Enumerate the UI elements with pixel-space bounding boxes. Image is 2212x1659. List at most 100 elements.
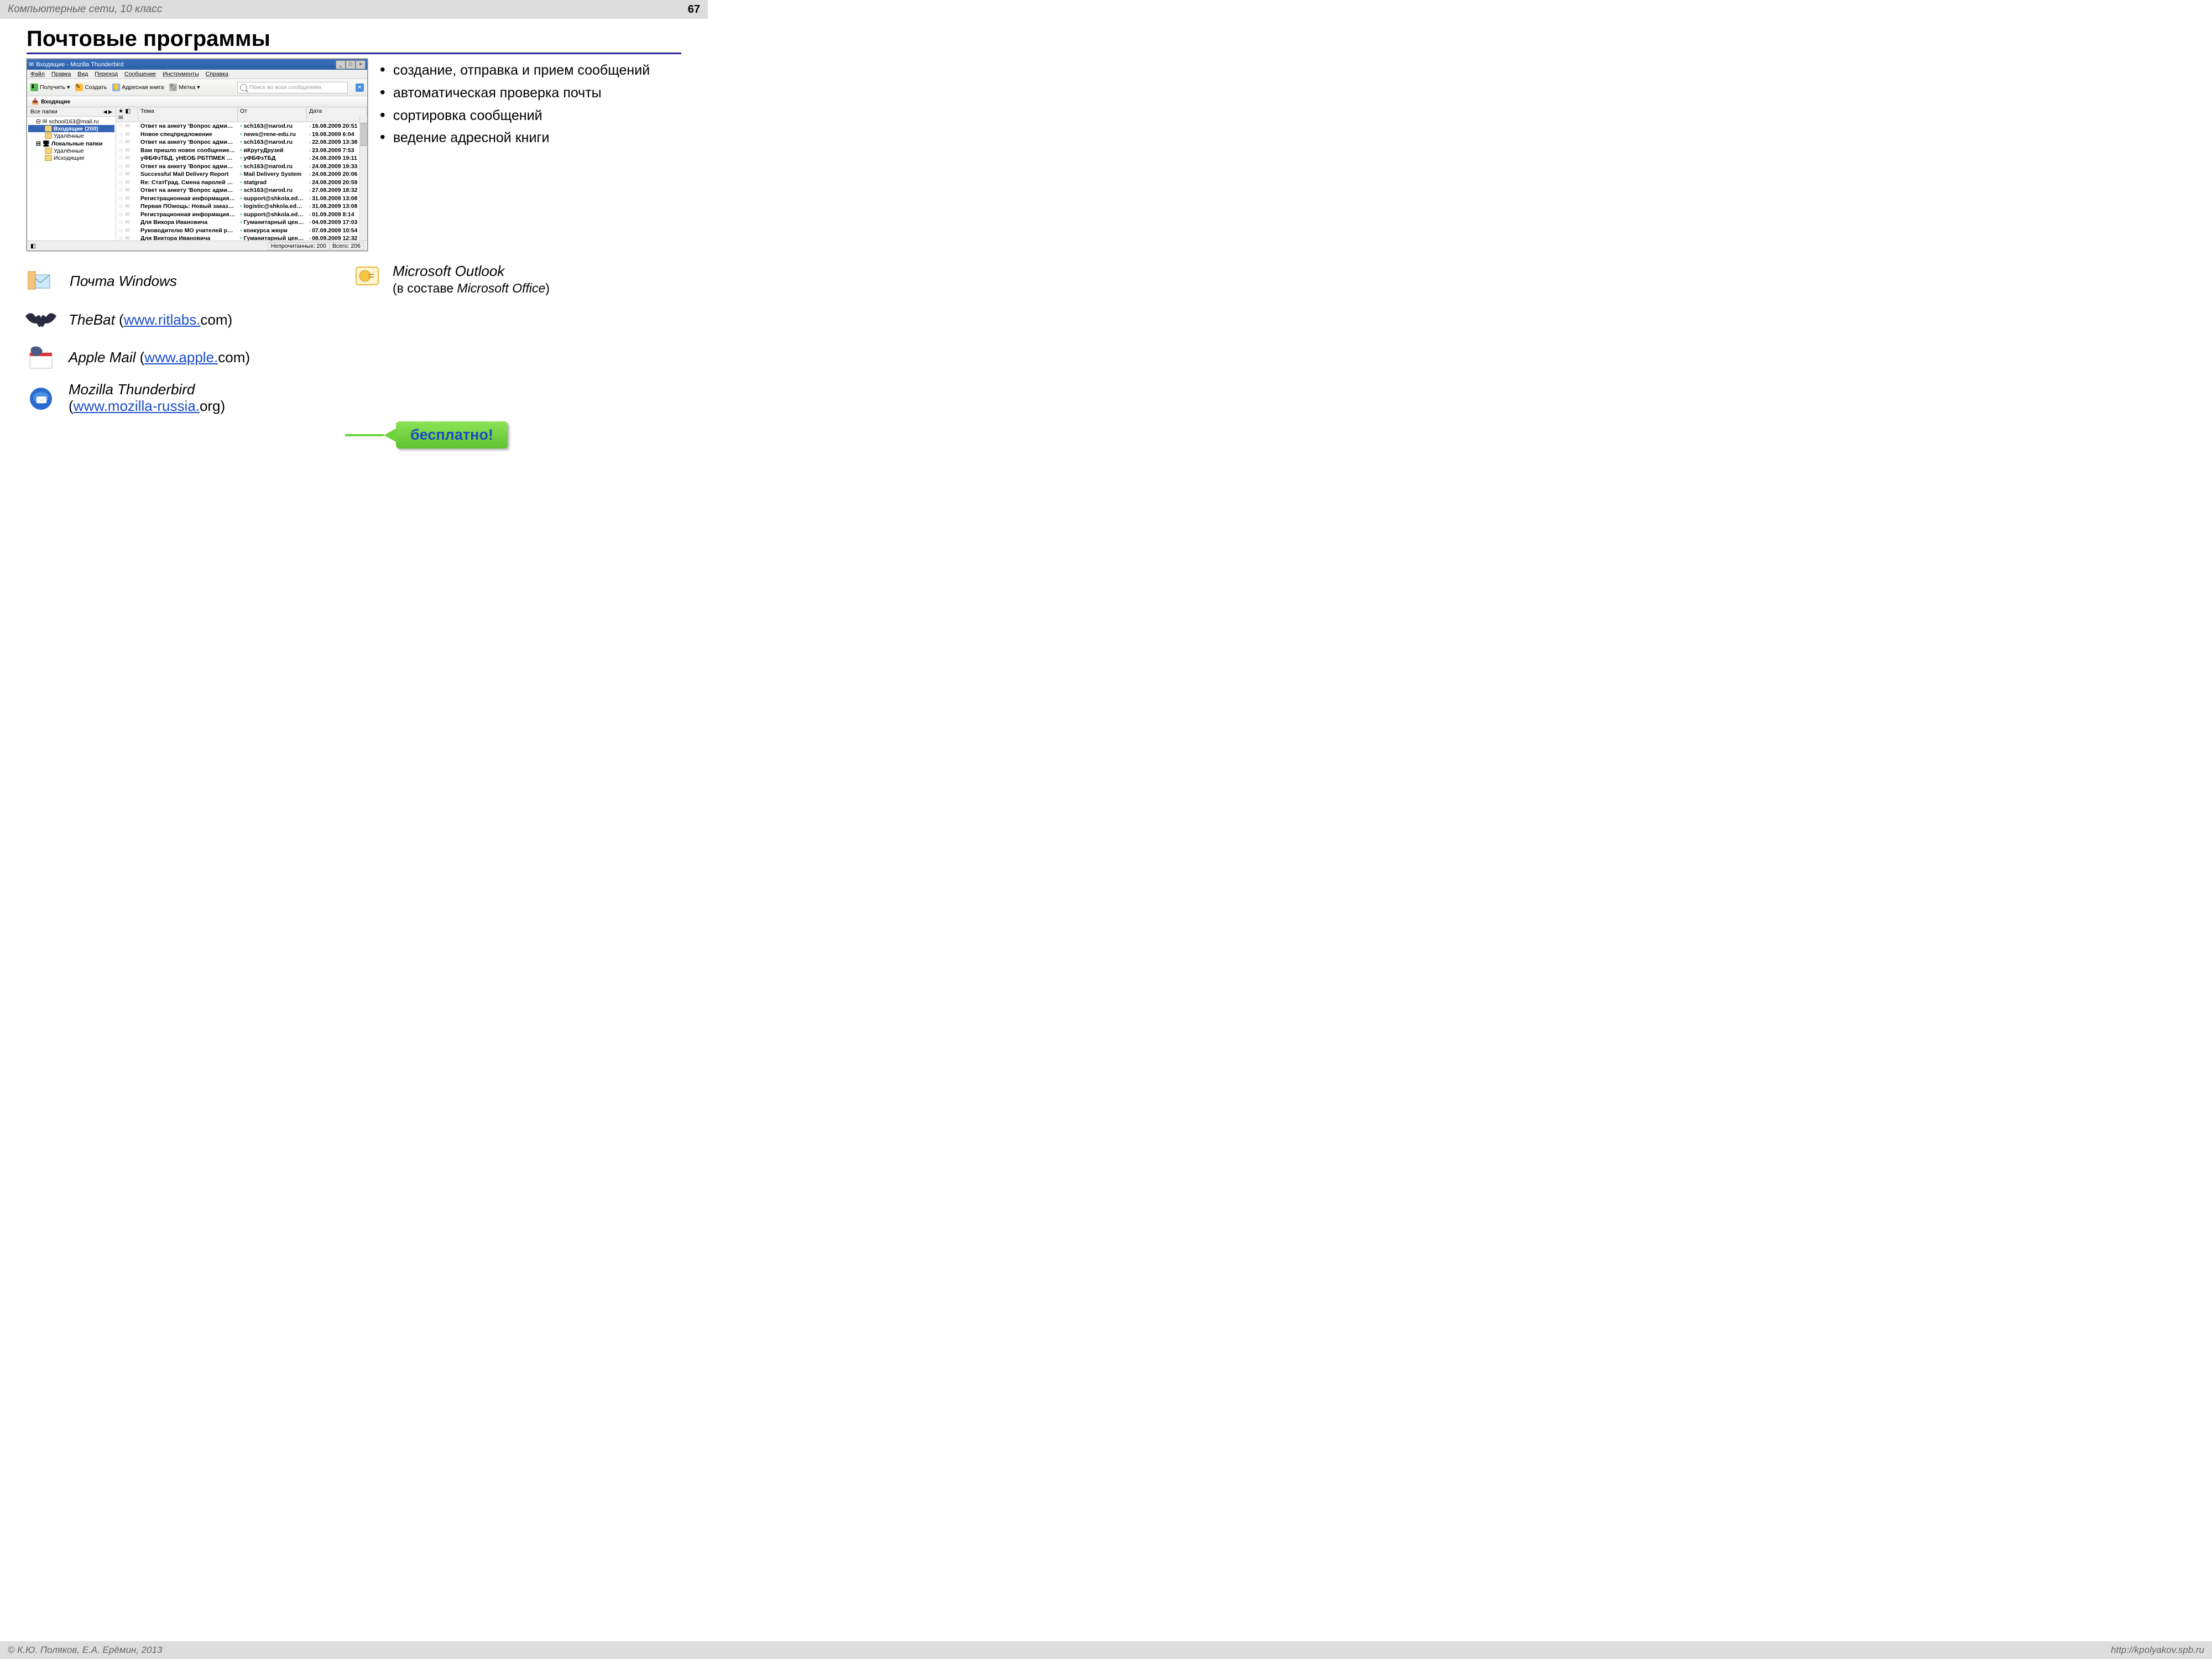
folder-outbox[interactable]: Исходящие [28,154,114,161]
folder-icon [45,133,52,139]
bullet-4: ведение адресной книги [379,127,681,149]
message-list: ★ ◧ ✉ Тема От Дата ☆ ✉Ответ на анкету 'В… [116,107,367,241]
feature-bullets: создание, отправка и прием сообщений авт… [379,60,681,150]
footer-bar: © К.Ю. Поляков, Е.А. Ерёмин, 2013 http:/… [0,1641,2212,1659]
thunderbird-icon [24,384,58,412]
page-number: 67 [688,3,700,16]
header-bar: Компьютерные сети, 10 класс 67 [0,0,708,19]
thebat-link[interactable]: www.ritlabs. [124,311,201,328]
windows-mail-name: Почта Windows [70,273,177,290]
tab-inbox[interactable]: Входящие [41,98,70,105]
download-icon: ⬇ [30,84,38,91]
menu-help[interactable]: Справка [206,71,228,77]
status-unread: Непрочитанных: 200 [268,242,330,250]
callout-text: бесплатно! [396,421,508,448]
message-row[interactable]: ☆ ✉Successful Mail Delivery ReportMail D… [116,170,367,179]
title-rule [27,53,681,54]
message-row[interactable]: ☆ ✉Для Виктора ИвановичаГуманитарный цен… [116,234,367,241]
search-input[interactable]: Поиск во всех сообщениях [237,82,348,93]
folder-pane: Все папки ◀ ▶ ⊟ ✉ school163@mail.ru Вход… [27,107,116,241]
col-from[interactable]: От [238,107,307,122]
thebat-icon [24,306,58,334]
message-row[interactable]: ☆ ✉Для Викора ИвановичаГуманитарный цент… [116,218,367,227]
search-placeholder: Поиск во всех сообщениях [249,84,322,91]
statusbar: ◧ Непрочитанных: 200 Всего: 206 [27,241,367,251]
thunderbird-link[interactable]: www.mozilla-russia. [74,398,200,414]
folder-icon [45,148,52,154]
free-callout: бесплатно! [384,421,508,448]
clear-search-button[interactable]: × [356,84,364,92]
apple-mail-icon [24,344,58,372]
windows-mail-icon [24,268,58,295]
maximize-button[interactable]: □ [346,60,356,69]
menu-edit[interactable]: Правка [51,71,71,77]
tb-tabbar: 📥 Входящие [27,96,367,107]
addressbook-button[interactable]: 📒Адресная книга [112,84,164,91]
tb-toolbar: ⬇Получить ▾ ✎Создать 📒Адресная книга 🏷Ме… [27,79,367,96]
thunderbird-window: ✉ Входящие - Mozilla Thunderbird _ □ × Ф… [27,59,368,251]
bullet-1: создание, отправка и прием сообщений [379,60,681,81]
folder-icon [45,126,52,132]
compose-button[interactable]: ✎Создать [75,84,107,91]
menu-message[interactable]: Сообщение [124,71,156,77]
book-icon: 📒 [112,84,120,91]
receive-button[interactable]: ⬇Получить ▾ [30,84,70,91]
menu-file[interactable]: Файл [30,71,45,77]
apple-mail-name: Apple Mail [69,349,135,366]
list-header: ★ ◧ ✉ Тема От Дата [116,107,367,122]
menu-tools[interactable]: Инструменты [163,71,199,77]
thunderbird-name: Mozilla Thunderbird [69,381,195,398]
folder-inbox[interactable]: Входящие (200) [28,125,114,132]
message-row[interactable]: ☆ ✉Ответ на анкету 'Вопрос админи…sch163… [116,138,367,147]
message-row[interactable]: ☆ ✉Ответ на анкету 'Вопрос админи…sch163… [116,186,367,195]
bullet-3: сортировка сообщений [379,105,681,127]
outlook-icon [351,263,384,291]
tb-menubar: Файл Правка Вид Переход Сообщение Инстру… [27,70,367,79]
apple-link[interactable]: www.apple. [144,349,218,366]
status-total: Всего: 206 [329,242,364,250]
message-row[interactable]: ☆ ✉Регистрационная информация по…support… [116,195,367,203]
local-folders-node[interactable]: ⊟ 🖥 Локальные папки [28,139,114,147]
tb-titlebar: ✉ Входящие - Mozilla Thunderbird _ □ × [27,59,367,70]
compose-icon: ✎ [75,84,83,91]
message-row[interactable]: ☆ ✉Re: СтатГрад. Смена паролей 01.…statg… [116,179,367,187]
scrollbar[interactable] [359,116,367,241]
folder-trash2[interactable]: Удалённые [28,147,114,154]
thebat-name: TheBat [69,311,115,328]
message-row[interactable]: ☆ ✉Ответ на анкету 'Вопрос админи…sch163… [116,163,367,171]
tag-button[interactable]: 🏷Метка ▾ [169,84,200,91]
outlook-name: Microsoft Outlook [393,263,504,279]
message-row[interactable]: ☆ ✉уФБФзТБД. уНЕОБ РБТПМЕК 01.09…уФБФзТБ… [116,154,367,163]
message-row[interactable]: ☆ ✉Регистрационная информация по…support… [116,211,367,219]
folder-icon [45,155,52,161]
arrow-icon [384,429,396,442]
footer-right: http://kpolyakov.spb.ru [2111,1645,2204,1656]
col-icons[interactable]: ★ ◧ ✉ [116,107,138,122]
message-row[interactable]: ☆ ✉Новое спецпредложениеnews@rene-edu.ru… [116,131,367,139]
menu-go[interactable]: Переход [95,71,118,77]
close-button[interactable]: × [356,60,366,69]
outlook-sub: (в составе Microsoft Office) [393,281,550,295]
message-row[interactable]: ☆ ✉Руководителю МО учителей рус…конкурса… [116,227,367,235]
inbox-icon: 📥 [32,98,39,105]
col-date[interactable]: Дата [307,107,367,122]
message-row[interactable]: ☆ ✉Первая ПОмощь: Новый заказ N1…logisti… [116,202,367,211]
tb-window-title: Входящие - Mozilla Thunderbird [36,61,123,68]
bullet-2: автоматическая проверка почты [379,82,681,104]
header-subject: Компьютерные сети, 10 класс [8,3,162,15]
clients-section: Почта Windows Microsoft Outlook (в соста… [24,267,708,415]
col-subject[interactable]: Тема [138,107,238,122]
folders-header: Все папки ◀ ▶ [27,107,116,117]
message-row[interactable]: ☆ ✉Ответ на анкету 'Вопрос админи…sch163… [116,122,367,131]
status-icon: ◧ [30,243,36,249]
folder-trash1[interactable]: Удалённые [28,132,114,139]
minimize-button[interactable]: _ [336,60,346,69]
search-icon [240,84,247,91]
menu-view[interactable]: Вид [77,71,88,77]
footer-left: © К.Ю. Поляков, Е.А. Ерёмин, 2013 [8,1645,163,1656]
envelope-icon: ✉ [29,61,34,68]
tag-icon: 🏷 [169,84,177,91]
slide-title: Почтовые программы [27,27,708,51]
account-node[interactable]: ⊟ ✉ school163@mail.ru [28,118,114,125]
message-row[interactable]: ☆ ✉Вам пришло новое сообщение на …вКругу… [116,147,367,155]
